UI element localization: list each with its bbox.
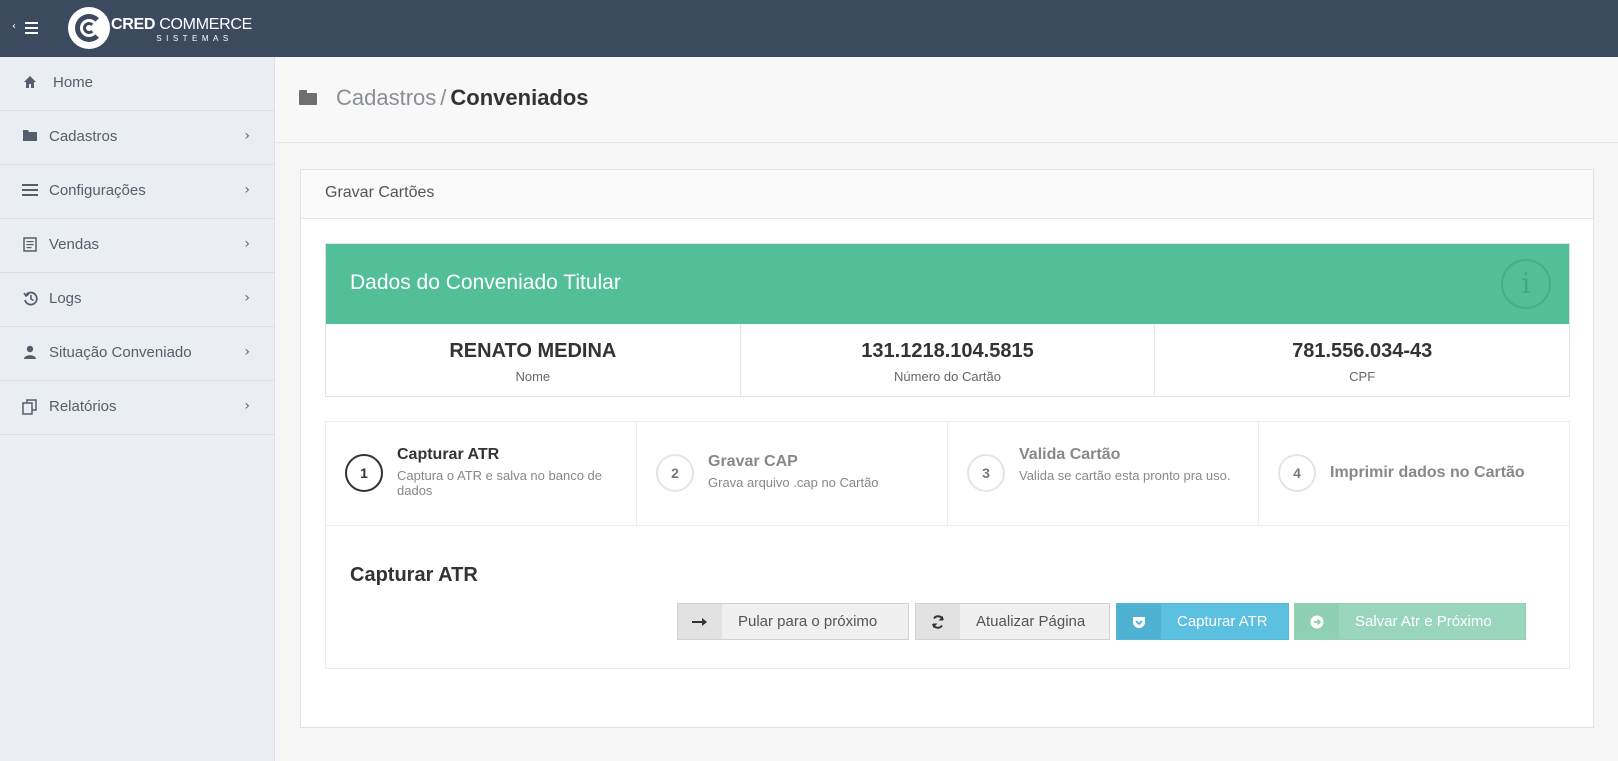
folder-icon	[299, 90, 317, 105]
sidebar-item-logs[interactable]: Logs ›	[0, 273, 274, 327]
wizard-step-capturar-atr[interactable]: 1 Capturar ATR Captura o ATR e salva no …	[326, 422, 637, 525]
refresh-icon	[916, 604, 960, 639]
chevron-right-icon: ›	[244, 398, 250, 414]
logo-brand-bold: CRED	[111, 16, 156, 33]
copy-icon	[22, 399, 38, 415]
cpf-field: 781.556.034-43 CPF	[1155, 324, 1569, 397]
sidebar-item-label: Vendas	[49, 236, 100, 253]
sidebar: Home Cadastros › Configurações › Vendas …	[0, 57, 275, 761]
panel-title: Gravar Cartões	[325, 184, 435, 201]
chevron-right-icon: ›	[244, 128, 250, 144]
sidebar-toggle-button[interactable]: ‹	[12, 18, 42, 40]
holder-info-box: Dados do Conveniado Titular i RENATO MED…	[325, 243, 1570, 397]
save-atr-and-next-button[interactable]: Salvar Atr e Próximo	[1294, 603, 1526, 640]
sidebar-item-relatorios[interactable]: Relatórios ›	[0, 381, 274, 435]
top-bar: ‹ CRED COMMERCE SISTEMAS	[0, 0, 1618, 57]
step-description: Valida se cartão esta pronto pra uso.	[1019, 468, 1231, 483]
breadcrumb-separator: /	[440, 85, 447, 110]
sidebar-item-home[interactable]: Home	[0, 57, 274, 111]
sidebar-item-label: Situação Conveniado	[49, 344, 192, 361]
step-number: 3	[967, 454, 1005, 492]
panel-header: Gravar Cartões	[301, 170, 1593, 219]
chevron-right-icon: ›	[244, 344, 250, 360]
panel-gravar-cartoes: Gravar Cartões Dados do Conveniado Titul…	[300, 169, 1594, 728]
step-number: 1	[345, 454, 383, 492]
breadcrumb-current: Conveniados	[450, 85, 589, 110]
arrow-circle-right-icon	[1295, 604, 1339, 639]
current-step-title: Capturar ATR	[350, 564, 478, 586]
main-content: Cadastros / Conveniados Gravar Cartões Dad…	[275, 57, 1618, 761]
card-number-value: 131.1218.104.5815	[861, 340, 1034, 362]
step-title: Gravar CAP	[708, 453, 798, 470]
arrow-right-icon	[678, 604, 722, 639]
document-icon	[22, 237, 38, 253]
chevron-right-icon: ›	[244, 182, 250, 198]
logo-mark-icon	[68, 7, 110, 49]
cpf-value: 781.556.034-43	[1292, 340, 1433, 362]
pocket-icon	[1117, 604, 1161, 639]
breadcrumb-parent[interactable]: Cadastros	[336, 85, 436, 110]
page-header: Cadastros / Conveniados	[275, 57, 1618, 143]
history-icon	[22, 291, 38, 307]
holder-name-value: RENATO MEDINA	[449, 340, 617, 362]
list-icon	[22, 183, 38, 199]
chevron-right-icon: ›	[244, 290, 250, 306]
holder-info-title: Dados do Conveniado Titular	[350, 271, 621, 294]
wizard-step-gravar-cap[interactable]: 2 Gravar CAP Grava arquivo .cap no Cartã…	[637, 422, 948, 525]
chevron-left-icon: ‹	[12, 21, 16, 32]
wizard-step-imprimir-dados[interactable]: 4 Imprimir dados no Cartão	[1259, 422, 1569, 525]
card-number-field: 131.1218.104.5815 Número do Cartão	[741, 324, 1156, 397]
step-number: 2	[656, 454, 694, 492]
cpf-label: CPF	[1349, 369, 1376, 384]
sidebar-item-label: Cadastros	[49, 128, 118, 145]
holder-info-fields: RENATO MEDINA Nome 131.1218.104.5815 Núm…	[326, 324, 1569, 397]
info-icon: i	[1501, 259, 1551, 309]
step-description: Grava arquivo .cap no Cartão	[708, 475, 879, 490]
sidebar-item-situacao-conveniado[interactable]: Situação Conveniado ›	[0, 327, 274, 381]
user-icon	[22, 345, 38, 361]
wizard-steps: 1 Capturar ATR Captura o ATR e salva no …	[326, 422, 1569, 526]
logo-subtitle: SISTEMAS	[156, 34, 233, 43]
button-label: Capturar ATR	[1177, 613, 1268, 630]
breadcrumb: Cadastros / Conveniados	[336, 85, 589, 111]
holder-info-header: Dados do Conveniado Titular i	[326, 244, 1569, 324]
sidebar-item-cadastros[interactable]: Cadastros ›	[0, 111, 274, 165]
refresh-page-button[interactable]: Atualizar Página	[915, 603, 1110, 640]
sidebar-item-label: Relatórios	[49, 398, 117, 415]
button-label: Atualizar Página	[976, 613, 1086, 630]
sidebar-item-label: Home	[53, 74, 94, 91]
sidebar-item-vendas[interactable]: Vendas ›	[0, 219, 274, 273]
capture-atr-button[interactable]: Capturar ATR	[1116, 603, 1289, 640]
button-label: Salvar Atr e Próximo	[1355, 613, 1492, 630]
holder-name-label: Nome	[515, 369, 551, 384]
sidebar-item-configuracoes[interactable]: Configurações ›	[0, 165, 274, 219]
home-icon	[22, 75, 38, 91]
logo-brand-rest: COMMERCE	[155, 16, 252, 33]
step-number: 4	[1278, 454, 1316, 492]
app-logo[interactable]: CRED COMMERCE SISTEMAS	[68, 7, 252, 51]
step-title: Valida Cartão	[1019, 446, 1121, 463]
step-description: Captura o ATR e salva no banco de dados	[397, 468, 602, 498]
holder-name-field: RENATO MEDINA Nome	[326, 324, 741, 397]
wizard-step-valida-cartao[interactable]: 3 Valida Cartão Valida se cartão esta pr…	[948, 422, 1259, 525]
sidebar-item-label: Logs	[49, 290, 82, 307]
card-number-label: Número do Cartão	[894, 369, 1001, 384]
hamburger-icon	[25, 22, 38, 34]
card-wizard: 1 Capturar ATR Captura o ATR e salva no …	[325, 421, 1570, 669]
button-label: Pular para o próximo	[738, 613, 878, 630]
step-title: Imprimir dados no Cartão	[1330, 464, 1525, 481]
skip-to-next-button[interactable]: Pular para o próximo	[677, 603, 909, 640]
folder-icon	[22, 129, 38, 145]
sidebar-item-label: Configurações	[49, 182, 146, 199]
step-title: Capturar ATR	[397, 446, 500, 463]
chevron-right-icon: ›	[244, 236, 250, 252]
logo-text: CRED COMMERCE SISTEMAS	[111, 16, 252, 43]
